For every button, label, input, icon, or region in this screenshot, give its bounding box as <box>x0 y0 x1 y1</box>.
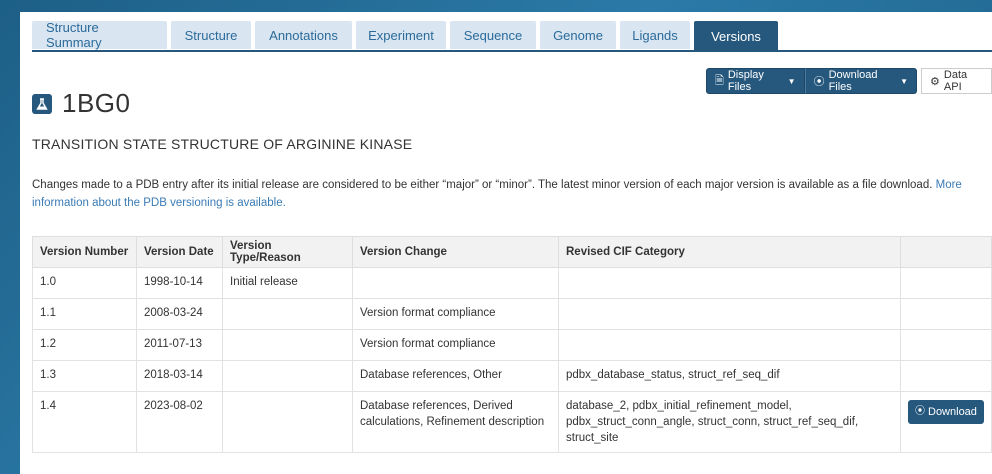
tab-ligands[interactable]: Ligands <box>620 21 690 49</box>
cell-version-date: 2011-07-13 <box>136 329 223 361</box>
col-revised-cif: Revised CIF Category <box>558 236 901 268</box>
page-frame: Structure Summary Structure Annotations … <box>20 12 992 474</box>
cell-version-change: Database references, Derived calculation… <box>352 391 559 453</box>
cell-actions <box>900 329 992 361</box>
table-row: 1.1 2008-03-24 Version format compliance <box>32 298 992 330</box>
versioning-note-text: Changes made to a PDB entry after its in… <box>32 179 936 191</box>
cell-version-number: 1.2 <box>32 329 137 361</box>
tab-underline <box>32 50 992 52</box>
cell-version-date: 2008-03-24 <box>136 298 223 330</box>
download-files-button[interactable]: ⦿ Download Files ▼ <box>804 68 918 94</box>
cell-version-number: 1.0 <box>32 267 137 299</box>
versions-table: Version Number Version Date Version Type… <box>32 236 992 453</box>
cell-actions: ⦿ Download <box>900 391 992 453</box>
cell-version-number: 1.3 <box>32 360 137 392</box>
col-version-type: Version Type/Reason <box>222 236 353 268</box>
caret-down-icon: ▼ <box>787 76 796 86</box>
file-toolbar: 🗎 Display Files ▼ ⦿ Download Files ▼ ⚙ D… <box>706 68 992 94</box>
data-api-label: Data API <box>943 69 968 93</box>
cell-version-type: Initial release <box>222 267 353 299</box>
cell-revised-cif <box>558 329 901 361</box>
cell-revised-cif: database_2, pdbx_initial_refinement_mode… <box>558 391 901 453</box>
cell-version-change: Version format compliance <box>352 329 559 361</box>
tab-sequence[interactable]: Sequence <box>450 21 536 49</box>
download-version-button[interactable]: ⦿ Download <box>908 400 984 424</box>
entry-title: TRANSITION STATE STRUCTURE OF ARGININE K… <box>32 136 413 152</box>
cell-version-type <box>222 298 353 330</box>
tab-annotations[interactable]: Annotations <box>255 21 352 49</box>
cell-version-change: Version format compliance <box>352 298 559 330</box>
cell-version-date: 2023-08-02 <box>136 391 223 453</box>
cell-version-date: 2018-03-14 <box>136 360 223 392</box>
cell-actions <box>900 360 992 392</box>
page-title: 1BG0 <box>62 88 131 118</box>
caret-down-icon: ▼ <box>900 76 909 86</box>
cell-version-date: 1998-10-14 <box>136 267 223 299</box>
cell-version-type <box>222 391 353 453</box>
data-api-button[interactable]: ⚙ Data API <box>921 68 992 94</box>
cell-revised-cif <box>558 267 901 299</box>
cell-version-change <box>352 267 559 299</box>
flask-icon <box>32 93 52 114</box>
table-row: 1.2 2011-07-13 Version format compliance <box>32 329 992 361</box>
col-version-change: Version Change <box>352 236 559 268</box>
tab-versions[interactable]: Versions <box>694 21 778 51</box>
cell-version-change: Database references, Other <box>352 360 559 392</box>
tab-structure[interactable]: Structure <box>171 21 251 49</box>
display-files-button[interactable]: 🗎 Display Files ▼ <box>706 68 805 94</box>
cell-version-type <box>222 329 353 361</box>
table-row: 1.4 2023-08-02 Database references, Deri… <box>32 391 992 453</box>
table-row: 1.0 1998-10-14 Initial release <box>32 267 992 299</box>
versioning-note: Changes made to a PDB entry after its in… <box>32 176 992 212</box>
tab-experiment[interactable]: Experiment <box>356 21 446 49</box>
cell-actions <box>900 267 992 299</box>
tab-genome[interactable]: Genome <box>540 21 616 49</box>
cell-version-type <box>222 360 353 392</box>
tab-structure-summary[interactable]: Structure Summary <box>32 20 167 50</box>
cell-actions <box>900 298 992 330</box>
download-circle-icon: ⦿ <box>915 406 925 417</box>
download-version-label: Download <box>928 406 977 418</box>
table-row: 1.3 2018-03-14 Database references, Othe… <box>32 360 992 392</box>
display-files-label: Display Files <box>727 69 764 93</box>
entry-header: 1BG0 <box>32 88 131 119</box>
cell-version-number: 1.4 <box>32 391 137 453</box>
col-version-number: Version Number <box>32 236 137 268</box>
cell-revised-cif <box>558 298 901 330</box>
col-version-date: Version Date <box>136 236 223 268</box>
cell-version-number: 1.1 <box>32 298 137 330</box>
col-actions <box>900 236 992 268</box>
download-circle-icon: ⦿ <box>813 76 825 88</box>
file-icon: 🗎 <box>715 74 724 87</box>
cell-revised-cif: pdbx_database_status, struct_ref_seq_dif <box>558 360 901 392</box>
table-header-row: Version Number Version Date Version Type… <box>32 236 992 268</box>
download-files-label: Download Files <box>828 69 878 93</box>
gear-icon: ⚙ <box>930 75 940 88</box>
